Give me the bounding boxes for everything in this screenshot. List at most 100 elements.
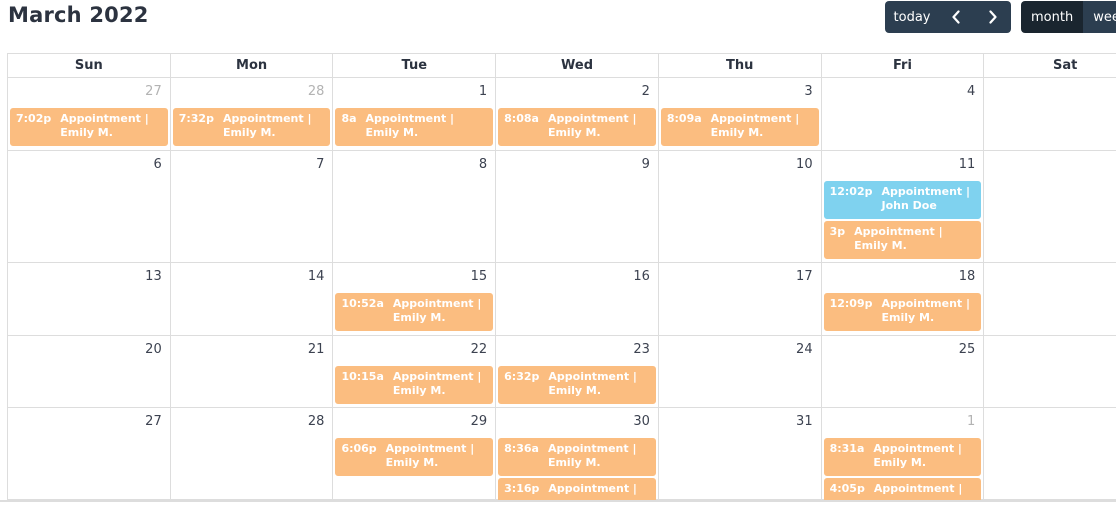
day-cell[interactable]: 18 12:09p Appointment | Emily M. [821,263,985,336]
day-cell[interactable]: 8 [333,151,497,263]
day-number[interactable]: 24 [796,342,813,357]
day-number[interactable]: 14 [308,269,325,284]
day-number[interactable]: 21 [308,342,325,357]
day-number[interactable]: 11 [959,157,976,172]
day-number[interactable]: 29 [471,414,488,429]
calendar-event[interactable]: 8a Appointment | Emily M. [335,108,494,146]
day-cell[interactable]: 4 [821,78,985,151]
calendar-event[interactable]: 7:02p Appointment | Emily M. [10,108,168,146]
day-cell[interactable]: 7 [170,151,334,263]
day-number[interactable]: 16 [633,269,650,284]
day-number[interactable]: 27 [145,414,162,429]
day-number[interactable]: 6 [153,157,161,172]
week-row: 27 28 29 6:06p Appointment | Emily M. 30 8:36a… [7,408,1116,500]
day-cell[interactable]: 22 10:15a Appointment | Emily M. [333,336,497,408]
day-number[interactable]: 13 [145,269,162,284]
day-cell[interactable]: 31 [658,408,822,500]
day-number[interactable]: 1 [479,84,487,99]
day-number[interactable]: 28 [308,84,325,99]
event-time: 10:15a [341,370,384,383]
today-button[interactable]: today [885,1,937,33]
weekday-header-tue: Tue [333,54,497,78]
calendar-event[interactable]: 8:09a Appointment | Emily M. [660,108,819,146]
day-cell[interactable]: 28 [170,408,334,500]
day-cell[interactable]: 11 12:02p Appointment | John Doe 3p Appointm… [821,151,985,263]
day-cell[interactable]: 17 [658,263,822,336]
calendar-event[interactable]: 12:09p Appointment | Emily M. [823,293,982,331]
day-cell[interactable] [984,263,1116,336]
day-number[interactable]: 7 [316,157,324,172]
weekday-header-thu: Thu [658,54,822,78]
event-time: 3:16p [504,482,540,495]
day-cell[interactable]: 6 [8,151,171,263]
day-cell[interactable]: 28 7:32p Appointment | Emily M. [170,78,334,151]
calendar-event[interactable]: 6:32p Appointment | Emily M. [498,366,656,404]
day-number[interactable]: 2 [642,84,650,99]
event-title: Appointment | John Doe [881,185,971,212]
calendar-event[interactable]: 8:36a Appointment | Emily M. [498,438,656,476]
day-number[interactable]: 28 [308,414,325,429]
day-cell[interactable] [984,408,1116,500]
event-time: 12:02p [829,185,873,198]
day-cell[interactable]: 23 6:32p Appointment | Emily M. [496,336,659,408]
next-button[interactable] [974,1,1011,33]
day-cell[interactable]: 3 8:09a Appointment | Emily M. [658,78,822,151]
day-number[interactable]: 10 [796,157,813,172]
event-time: 10:52a [341,297,384,310]
calendar-event[interactable]: 12:02p Appointment | John Doe [823,181,982,219]
calendar-event[interactable]: 8:31a Appointment | Emily M. [823,438,982,476]
calendar-event[interactable]: 3:16p Appointment | [498,478,656,500]
day-number[interactable]: 30 [633,414,650,429]
day-cell[interactable]: 10 [658,151,822,263]
day-cell[interactable]: 21 [170,336,334,408]
day-cell[interactable]: 2 8:08a Appointment | Emily M. [496,78,659,151]
day-cell[interactable]: 1 8:31a Appointment | Emily M. 4:05p Appoint… [821,408,985,500]
day-cell[interactable] [984,78,1116,151]
day-number[interactable]: 17 [796,269,813,284]
event-title: Appointment | Emily M. [547,442,637,469]
month-view-button[interactable]: month [1021,1,1084,33]
day-number[interactable]: 25 [959,342,976,357]
event-title: Appointment | Emily M. [222,112,312,139]
day-cell[interactable] [984,151,1116,263]
day-cell[interactable]: 29 6:06p Appointment | Emily M. [333,408,497,500]
day-number[interactable]: 15 [471,269,488,284]
calendar-event[interactable]: 7:32p Appointment | Emily M. [172,108,331,146]
day-cell[interactable]: 1 8a Appointment | Emily M. [333,78,497,151]
day-cell[interactable]: 24 [658,336,822,408]
day-cell[interactable]: 25 [821,336,985,408]
day-number[interactable]: 8 [479,157,487,172]
day-number[interactable]: 18 [959,269,976,284]
day-number[interactable]: 31 [796,414,813,429]
day-cell[interactable]: 14 [170,263,334,336]
prev-button[interactable] [937,1,974,33]
calendar-event[interactable]: 10:15a Appointment | Emily M. [335,366,494,404]
event-title: Appointment | Emily M. [547,112,637,139]
day-number[interactable]: 9 [642,157,650,172]
day-cell[interactable]: 15 10:52a Appointment | Emily M. [333,263,497,336]
day-cell[interactable]: 16 [496,263,659,336]
calendar-event[interactable]: 10:52a Appointment | Emily M. [335,293,494,331]
event-time: 8:31a [829,442,865,455]
day-number[interactable]: 1 [967,414,975,429]
day-number[interactable]: 23 [633,342,650,357]
day-cell[interactable]: 27 7:02p Appointment | Emily M. [8,78,171,151]
day-cell[interactable] [984,336,1116,408]
day-number[interactable]: 22 [471,342,488,357]
day-number[interactable]: 20 [145,342,162,357]
day-number[interactable]: 27 [145,84,162,99]
calendar-event[interactable]: 3p Appointment | Emily M. [823,221,982,259]
day-cell[interactable]: 20 [8,336,171,408]
day-cell[interactable]: 9 [496,151,659,263]
day-number[interactable]: 3 [804,84,812,99]
week-view-button[interactable]: week [1083,1,1116,33]
day-number[interactable]: 4 [967,84,975,99]
calendar-event[interactable]: 8:08a Appointment | Emily M. [498,108,656,146]
calendar-event[interactable]: 4:05p Appointment | [823,478,982,500]
day-cell[interactable]: 27 [8,408,171,500]
day-cell[interactable]: 30 8:36a Appointment | Emily M. 3:16p Appoin… [496,408,659,500]
calendar-event[interactable]: 6:06p Appointment | Emily M. [335,438,494,476]
day-cell[interactable]: 13 [8,263,171,336]
event-time: 6:06p [341,442,377,455]
chevron-left-icon [951,10,960,24]
